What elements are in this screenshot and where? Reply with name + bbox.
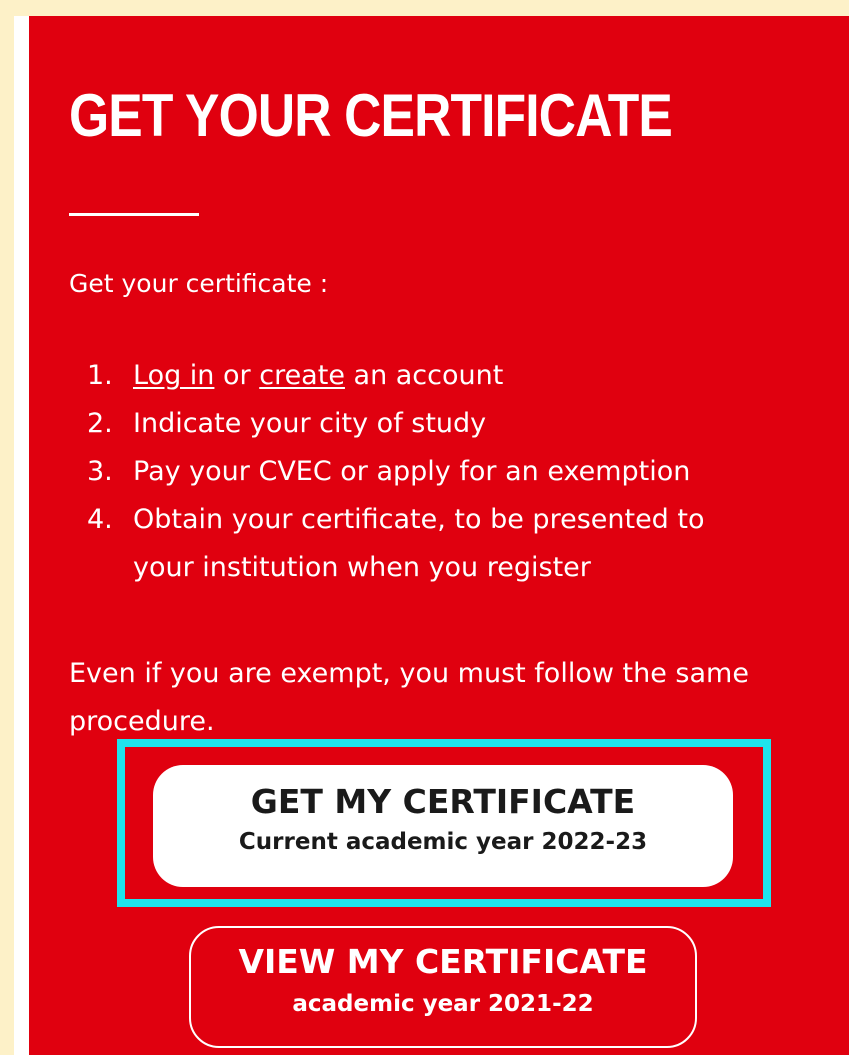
step-text: or	[214, 360, 260, 391]
title-divider	[69, 213, 199, 216]
view-my-certificate-button[interactable]: VIEW MY CERTIFICATE academic year 2021-2…	[189, 926, 697, 1048]
button-sublabel: academic year 2021-22	[292, 991, 594, 1017]
step-text: Indicate your city of study	[133, 408, 487, 439]
left-white-strip	[14, 16, 30, 1055]
step-item-1: 1. Log in or create an account	[87, 352, 705, 400]
button-label: VIEW MY CERTIFICATE	[238, 942, 648, 981]
intro-text: Get your certificate :	[69, 269, 329, 298]
step-item-4: 4. Obtain your certificate, to be presen…	[87, 496, 705, 592]
section-title: GET YOUR CERTIFICATE	[69, 82, 673, 149]
step-item-2: 2. Indicate your city of study	[87, 400, 705, 448]
step-number: 3.	[87, 456, 113, 487]
button-sublabel: Current academic year 2022-23	[238, 829, 648, 855]
create-account-link[interactable]: create	[259, 360, 345, 391]
step-number: 2.	[87, 408, 113, 439]
step-text: an account	[344, 360, 504, 391]
step-text: Pay your CVEC or apply for an exemption	[133, 456, 691, 487]
exemption-note: Even if you are exempt, you must follow …	[69, 658, 749, 737]
steps-list: 1. Log in or create an account 2. Indica…	[87, 352, 705, 592]
step-text-line-2: your institution when you register	[133, 552, 591, 583]
button-label: GET MY CERTIFICATE	[250, 782, 636, 821]
log-in-link[interactable]: Log in	[133, 360, 214, 391]
certificate-panel: GET YOUR CERTIFICATE Get your certificat…	[29, 16, 849, 1055]
step-number: 1.	[87, 360, 113, 391]
get-my-certificate-button[interactable]: GET MY CERTIFICATE Current academic year…	[153, 765, 733, 887]
step-item-3: 3. Pay your CVEC or apply for an exempti…	[87, 448, 705, 496]
step-text-line-1: Obtain your certificate, to be presented…	[133, 504, 705, 535]
step-number: 4.	[87, 504, 113, 535]
